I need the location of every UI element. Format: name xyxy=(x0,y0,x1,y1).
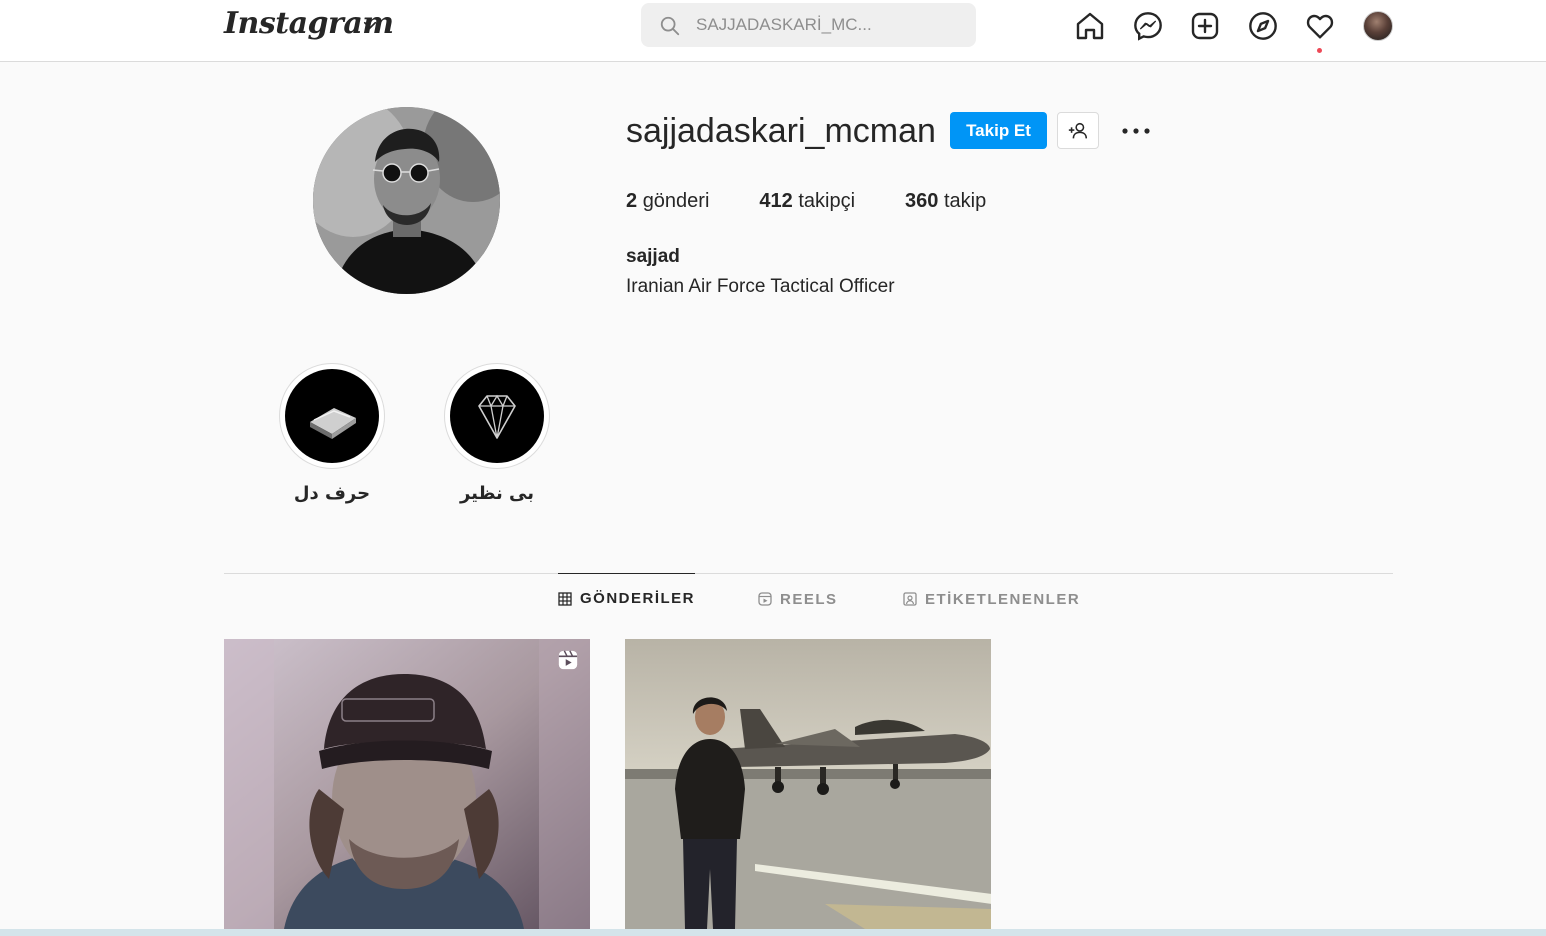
tab-label: ETİKETLENENLER xyxy=(925,590,1081,608)
posts-count: 2 gönderi xyxy=(626,190,710,212)
tab-reels[interactable]: REELS xyxy=(758,574,838,624)
chevron-down-icon[interactable] xyxy=(361,16,379,34)
bottom-scroll-strip xyxy=(0,929,1546,936)
book-icon xyxy=(310,408,356,439)
follow-button[interactable]: Takip Et xyxy=(950,112,1047,149)
profile-stats: 2 gönderi 412 takipçi 360 takip xyxy=(626,190,1036,213)
highlight-item[interactable]: حرف دل xyxy=(279,363,385,504)
explore-icon[interactable] xyxy=(1247,10,1279,42)
more-options-button[interactable] xyxy=(1118,118,1154,144)
post-image xyxy=(224,639,590,929)
top-navigation: Instagram xyxy=(0,0,1546,62)
new-post-icon[interactable] xyxy=(1189,10,1221,42)
highlight-item[interactable]: بی نظیر xyxy=(444,363,550,504)
post-thumbnail[interactable] xyxy=(625,639,991,929)
profile-avatar[interactable] xyxy=(1363,11,1393,41)
followers-link[interactable]: 412 takipçi xyxy=(759,190,855,213)
highlight-cover[interactable] xyxy=(444,363,550,469)
profile-picture[interactable] xyxy=(313,107,500,294)
suggested-accounts-button[interactable] xyxy=(1057,112,1099,149)
grid-icon xyxy=(558,591,572,606)
diamond-icon xyxy=(478,394,516,439)
tab-label: REELS xyxy=(780,590,838,608)
tab-tagged[interactable]: ETİKETLENENLER xyxy=(903,574,1080,624)
profile-full-name: sajjad xyxy=(626,246,680,267)
reel-badge-icon xyxy=(558,650,578,670)
tab-posts[interactable]: GÖNDERİLER xyxy=(558,573,696,623)
post-thumbnail[interactable] xyxy=(224,639,590,929)
search-input[interactable] xyxy=(696,3,966,47)
messenger-icon[interactable] xyxy=(1132,10,1164,42)
activity-heart-icon[interactable] xyxy=(1304,10,1336,42)
add-person-icon xyxy=(1068,122,1088,138)
search-box[interactable] xyxy=(641,3,976,47)
highlight-label: حرف دل xyxy=(293,483,371,504)
highlight-label: بی نظیر xyxy=(459,483,535,504)
following-link[interactable]: 360 takip xyxy=(905,190,986,213)
reels-icon xyxy=(758,592,772,606)
notification-dot xyxy=(1317,48,1322,53)
more-horizontal-icon xyxy=(1122,128,1150,134)
highlight-cover[interactable] xyxy=(279,363,385,469)
search-icon xyxy=(660,16,680,36)
tagged-icon xyxy=(903,592,917,606)
tab-label: GÖNDERİLER xyxy=(580,590,696,607)
profile-bio: Iranian Air Force Tactical Officer xyxy=(626,276,895,297)
home-icon[interactable] xyxy=(1074,10,1106,42)
post-image xyxy=(625,639,991,929)
profile-username: sajjadaskari_mcman xyxy=(626,112,936,150)
